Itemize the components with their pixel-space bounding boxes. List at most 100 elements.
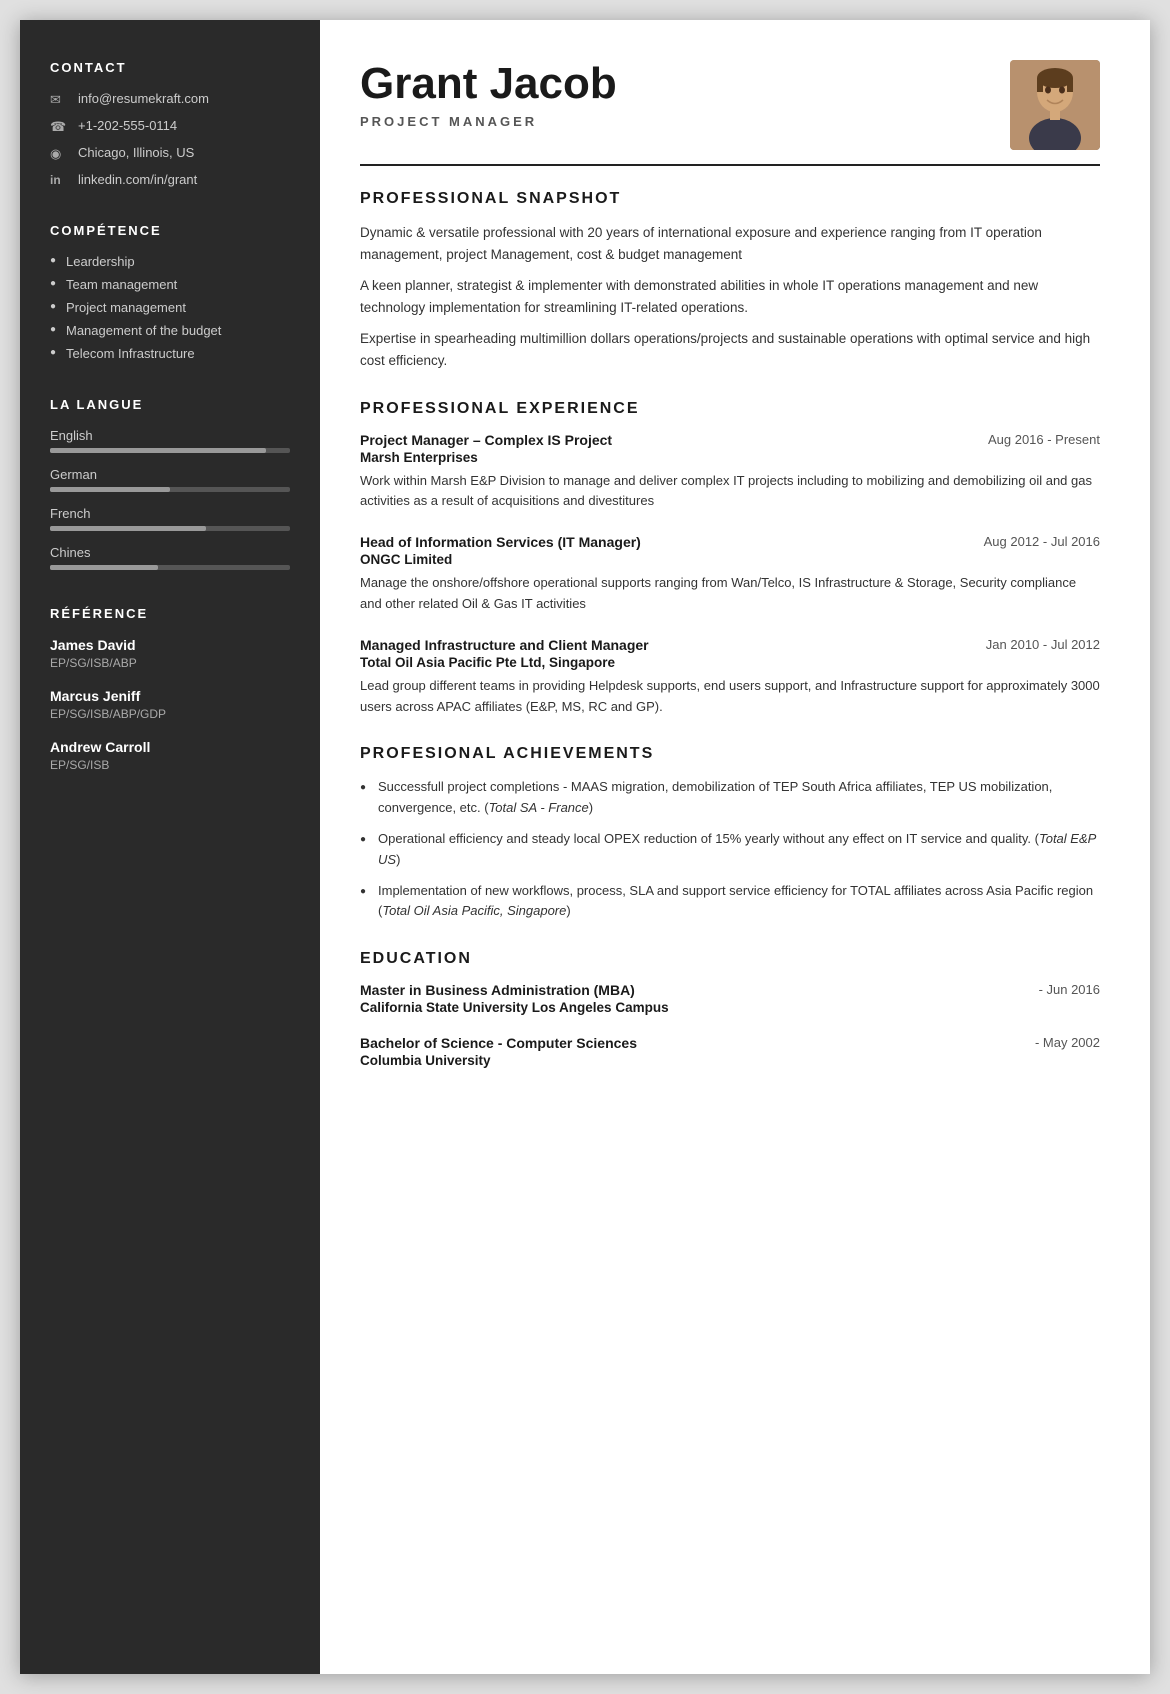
exp-header: Head of Information Services (IT Manager… xyxy=(360,534,1100,550)
langue-title: LA LANGUE xyxy=(50,397,290,412)
reference-list: James David EP/SG/ISB/ABP Marcus Jeniff … xyxy=(50,637,290,772)
reference-name: James David xyxy=(50,637,290,653)
langue-item: German xyxy=(50,467,290,492)
exp-company: ONGC Limited xyxy=(360,552,1100,567)
education-title: EDUCATION xyxy=(360,950,1100,968)
avatar xyxy=(1010,60,1100,150)
education-entry: Master in Business Administration (MBA) … xyxy=(360,982,1100,1015)
experience-entry: Project Manager – Complex IS Project Aug… xyxy=(360,432,1100,513)
langue-list: English German French Chines xyxy=(50,428,290,570)
experience-title: PROFESSIONAL EXPERIENCE xyxy=(360,400,1100,418)
langue-item: French xyxy=(50,506,290,531)
snapshot-para-3: Expertise in spearheading multimillion d… xyxy=(360,328,1100,371)
reference-section: RÉFÉRENCE James David EP/SG/ISB/ABP Marc… xyxy=(50,606,290,772)
exp-role: Managed Infrastructure and Client Manage… xyxy=(360,637,649,653)
header-divider xyxy=(360,164,1100,166)
exp-role: Head of Information Services (IT Manager… xyxy=(360,534,641,550)
exp-role: Project Manager – Complex IS Project xyxy=(360,432,612,448)
header: Grant Jacob PROJECT MANAGER xyxy=(360,60,1100,150)
achievement-item: Successfull project completions - MAAS m… xyxy=(360,777,1100,819)
achievement-item: Operational efficiency and steady local … xyxy=(360,829,1100,871)
email-icon: ✉ xyxy=(50,92,70,108)
snapshot-title: PROFESSIONAL SNAPSHOT xyxy=(360,190,1100,208)
langue-bar-fill xyxy=(50,526,206,531)
edu-degree: Bachelor of Science - Computer Sciences xyxy=(360,1035,637,1051)
langue-bar-fill xyxy=(50,565,158,570)
edu-header: Master in Business Administration (MBA) … xyxy=(360,982,1100,998)
edu-school: Columbia University xyxy=(360,1053,1100,1068)
exp-desc: Work within Marsh E&P Division to manage… xyxy=(360,471,1100,513)
edu-header: Bachelor of Science - Computer Sciences … xyxy=(360,1035,1100,1051)
reference-item: James David EP/SG/ISB/ABP xyxy=(50,637,290,670)
langue-item: English xyxy=(50,428,290,453)
competence-section: COMPÉTENCE Leardership Team management P… xyxy=(50,223,290,361)
main-content: Grant Jacob PROJECT MANAGER xyxy=(320,20,1150,1674)
exp-header: Managed Infrastructure and Client Manage… xyxy=(360,637,1100,653)
reference-name: Andrew Carroll xyxy=(50,739,290,755)
edu-date: - Jun 2016 xyxy=(1039,982,1100,997)
langue-bar-bg xyxy=(50,565,290,570)
education-section: EDUCATION Master in Business Administrat… xyxy=(360,950,1100,1068)
langue-bar-fill xyxy=(50,448,266,453)
snapshot-section: PROFESSIONAL SNAPSHOT Dynamic & versatil… xyxy=(360,190,1100,372)
exp-desc: Manage the onshore/offshore operational … xyxy=(360,573,1100,615)
list-item: Team management xyxy=(50,277,290,292)
exp-date: Aug 2012 - Jul 2016 xyxy=(984,534,1100,549)
contact-section: CONTACT ✉ info@resumekraft.com ☎ +1-202-… xyxy=(50,60,290,187)
contact-title: CONTACT xyxy=(50,60,290,75)
exp-company: Total Oil Asia Pacific Pte Ltd, Singapor… xyxy=(360,655,1100,670)
exp-date: Jan 2010 - Jul 2012 xyxy=(986,637,1100,652)
list-item: Management of the budget xyxy=(50,323,290,338)
competence-list: Leardership Team management Project mana… xyxy=(50,254,290,361)
experience-entry: Managed Infrastructure and Client Manage… xyxy=(360,637,1100,718)
phone-icon: ☎ xyxy=(50,119,70,135)
experience-section: PROFESSIONAL EXPERIENCE Project Manager … xyxy=(360,400,1100,718)
edu-school: California State University Los Angeles … xyxy=(360,1000,1100,1015)
langue-label: English xyxy=(50,428,290,443)
linkedin-icon: in xyxy=(50,173,70,187)
education-entry: Bachelor of Science - Computer Sciences … xyxy=(360,1035,1100,1068)
contact-location: ◉ Chicago, Illinois, US xyxy=(50,145,290,162)
reference-name: Marcus Jeniff xyxy=(50,688,290,704)
list-item: Project management xyxy=(50,300,290,315)
snapshot-para-2: A keen planner, strategist & implementer… xyxy=(360,275,1100,318)
langue-bar-bg xyxy=(50,487,290,492)
achievements-list: Successfull project completions - MAAS m… xyxy=(360,777,1100,922)
name-block: Grant Jacob PROJECT MANAGER xyxy=(360,60,617,129)
education-list: Master in Business Administration (MBA) … xyxy=(360,982,1100,1068)
achievement-item: Implementation of new workflows, process… xyxy=(360,881,1100,923)
experience-entry: Head of Information Services (IT Manager… xyxy=(360,534,1100,615)
sidebar: CONTACT ✉ info@resumekraft.com ☎ +1-202-… xyxy=(20,20,320,1674)
langue-section: LA LANGUE English German French Chines xyxy=(50,397,290,570)
langue-item: Chines xyxy=(50,545,290,570)
langue-label: German xyxy=(50,467,290,482)
reference-desc: EP/SG/ISB/ABP xyxy=(50,656,290,670)
candidate-name: Grant Jacob xyxy=(360,60,617,108)
list-item: Telecom Infrastructure xyxy=(50,346,290,361)
location-icon: ◉ xyxy=(50,146,70,162)
contact-email: ✉ info@resumekraft.com xyxy=(50,91,290,108)
achievements-title: PROFESIONAL ACHIEVEMENTS xyxy=(360,745,1100,763)
achievements-section: PROFESIONAL ACHIEVEMENTS Successfull pro… xyxy=(360,745,1100,922)
langue-bar-bg xyxy=(50,448,290,453)
langue-label: Chines xyxy=(50,545,290,560)
experience-list: Project Manager – Complex IS Project Aug… xyxy=(360,432,1100,718)
list-item: Leardership xyxy=(50,254,290,269)
resume-container: CONTACT ✉ info@resumekraft.com ☎ +1-202-… xyxy=(20,20,1150,1674)
exp-header: Project Manager – Complex IS Project Aug… xyxy=(360,432,1100,448)
langue-label: French xyxy=(50,506,290,521)
reference-item: Andrew Carroll EP/SG/ISB xyxy=(50,739,290,772)
contact-phone: ☎ +1-202-555-0114 xyxy=(50,118,290,135)
reference-title: RÉFÉRENCE xyxy=(50,606,290,621)
candidate-title: PROJECT MANAGER xyxy=(360,114,617,129)
langue-bar-fill xyxy=(50,487,170,492)
exp-date: Aug 2016 - Present xyxy=(988,432,1100,447)
reference-desc: EP/SG/ISB xyxy=(50,758,290,772)
exp-desc: Lead group different teams in providing … xyxy=(360,676,1100,718)
contact-linkedin: in linkedin.com/in/grant xyxy=(50,172,290,187)
contact-list: ✉ info@resumekraft.com ☎ +1-202-555-0114… xyxy=(50,91,290,187)
exp-company: Marsh Enterprises xyxy=(360,450,1100,465)
edu-date: - May 2002 xyxy=(1035,1035,1100,1050)
avatar-image xyxy=(1010,60,1100,150)
competence-title: COMPÉTENCE xyxy=(50,223,290,238)
